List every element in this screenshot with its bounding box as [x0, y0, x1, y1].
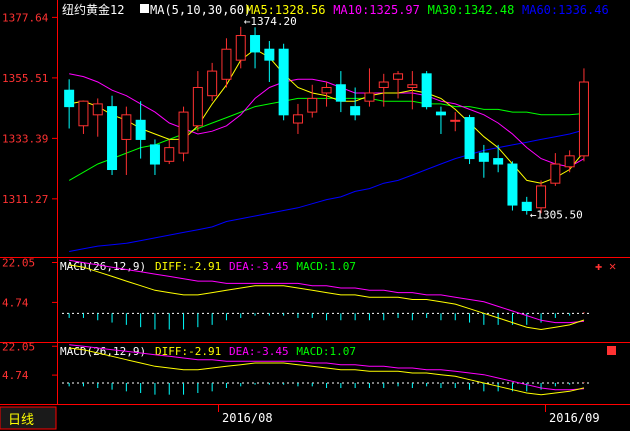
date-label-2: 2016/09: [549, 411, 600, 425]
candle-body-up: [178, 111, 189, 154]
macd-legend-1: DIFF:-2.91 DEA:-3.45 MACD:1.07: [155, 260, 356, 273]
candle-body-down: [64, 89, 75, 108]
candle-body-up: [407, 84, 418, 88]
candle-body-down: [335, 84, 346, 102]
candle-body-down: [250, 35, 261, 53]
macd1-legend-dea: DEA:-3.45: [229, 260, 289, 273]
y-tick-label: 1377.64: [2, 11, 49, 24]
candle-body-down: [149, 144, 160, 165]
candle-body-up: [564, 155, 575, 168]
candle-body-up: [192, 86, 203, 127]
candle-body-down: [493, 158, 504, 165]
candle-body-down: [350, 106, 361, 116]
macd-legend-2: DIFF:-2.91 DEA:-3.45 MACD:1.07: [155, 345, 356, 358]
y-tick-label: 1311.27: [2, 193, 48, 206]
close-icon[interactable]: ✕: [609, 259, 616, 273]
macd-y-axis-2: 22.05 4.74: [2, 340, 57, 382]
macd1-legend-diff: DIFF:-2.91: [155, 260, 221, 273]
ma30-line: [68, 97, 585, 181]
y-tick-label: 1355.51: [2, 72, 48, 85]
macd-title-2: MACD(26,12,9): [60, 345, 146, 358]
candle-body-down: [507, 163, 518, 206]
candle-body-up: [235, 35, 246, 61]
ma-legend-ma10: MA10:1325.97: [333, 3, 420, 17]
candle-body-up: [292, 114, 303, 124]
candle-body-down: [278, 48, 289, 116]
candle-body-up: [307, 97, 318, 113]
ma5-line: [69, 48, 585, 184]
panel-controls-2[interactable]: [607, 346, 616, 355]
low-annotation: ←1305.50: [530, 209, 583, 222]
y-tick-label: 22.05: [2, 340, 35, 353]
candle-body-up: [221, 48, 232, 80]
candle-body-down: [478, 152, 489, 162]
candle-body-up: [378, 81, 389, 88]
candle-body-up: [393, 73, 404, 80]
main-y-axis: 1377.64 1355.51 1333.39 1311.27: [2, 11, 57, 206]
candle-body-up: [164, 147, 175, 162]
candle-body-up: [121, 114, 132, 140]
candle-body-up: [207, 70, 218, 97]
main-plot: ←1374.20 ←1305.50: [64, 15, 589, 252]
candle-body-up: [321, 86, 332, 94]
macd2-legend-dea: DEA:-3.45: [229, 345, 289, 358]
ma60-line: [69, 129, 585, 252]
panel-toggle-icon[interactable]: [607, 346, 616, 355]
candle-body-up: [578, 81, 589, 157]
ma-settings-icon[interactable]: [140, 4, 149, 13]
date-label-1: 2016/08: [222, 411, 273, 425]
candle-body-up: [78, 100, 89, 127]
candle-body-down: [107, 106, 118, 171]
kline-chart: 纽约黄金12 MA(5,10,30,60) MA5:1328.56 MA10:13…: [0, 0, 630, 431]
candle-body-up: [450, 119, 461, 122]
ma-legend-ma30: MA30:1342.48: [428, 3, 515, 17]
ma-indicator-label: MA(5,10,30,60): [150, 3, 251, 17]
candle-body-down: [264, 48, 275, 61]
candle-body-up: [92, 103, 103, 116]
instrument-title: 纽约黄金12: [62, 2, 124, 17]
macd2-legend-macd: MACD:1.07: [296, 345, 356, 358]
candle-body-down: [435, 111, 446, 116]
y-tick-label: 4.74: [2, 369, 29, 382]
ma-legend-ma60: MA60:1336.46: [522, 3, 609, 17]
period-tab-label: 日线: [8, 413, 34, 428]
high-annotation: ←1374.20: [244, 15, 297, 28]
candle-body-up: [364, 92, 375, 102]
candle-body-down: [464, 117, 475, 160]
candle-body-down: [421, 73, 432, 108]
panel-controls-1[interactable]: ✚ ✕: [595, 259, 616, 273]
y-tick-label: 1333.39: [2, 132, 48, 145]
candle-body-up: [550, 163, 561, 184]
macd1-legend-macd: MACD:1.07: [296, 260, 356, 273]
ma-legend: MA5:1328.56 MA10:1325.97 MA30:1342.48 MA60:…: [246, 3, 609, 17]
add-icon[interactable]: ✚: [595, 259, 602, 273]
macd-y-axis-1: 22.05 4.74: [2, 256, 57, 309]
candle-body-up: [536, 185, 547, 209]
y-tick-label: 4.74: [2, 296, 29, 309]
candle-body-down: [135, 119, 146, 140]
y-tick-label: 22.05: [2, 256, 35, 269]
